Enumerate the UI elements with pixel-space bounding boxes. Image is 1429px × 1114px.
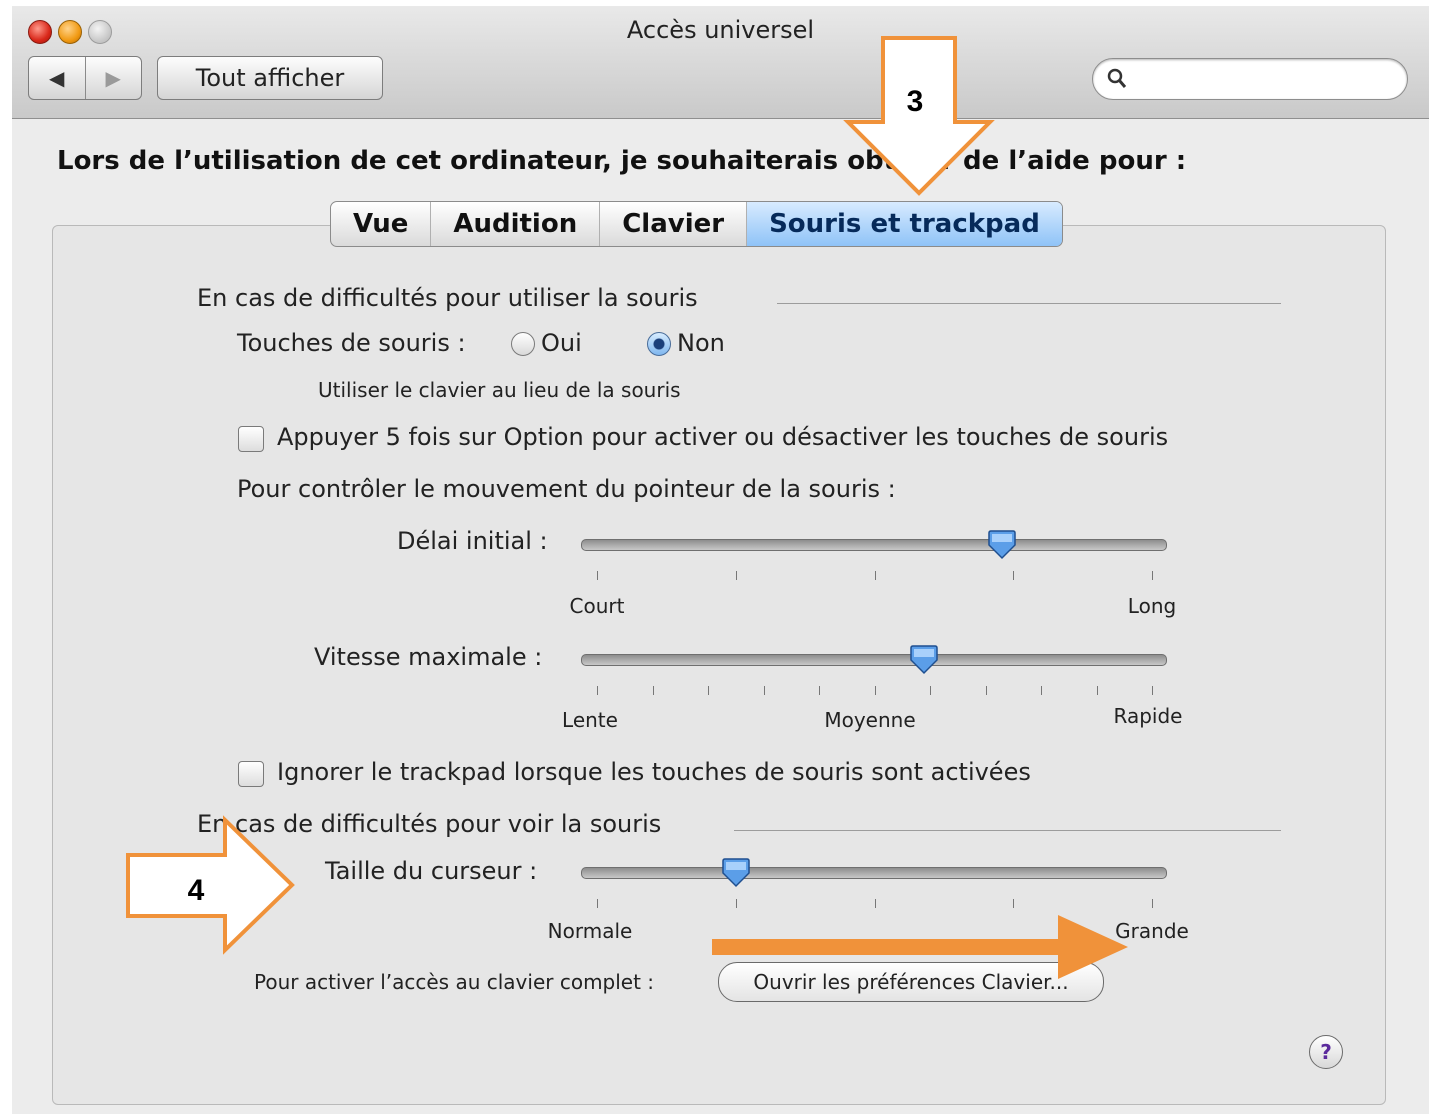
slider-tick (597, 571, 598, 580)
tab-clavier[interactable]: Clavier (600, 202, 748, 246)
slider-tick (597, 686, 598, 695)
slider-tick (930, 686, 931, 695)
mouse-keys-yes-label[interactable]: Oui (541, 329, 582, 357)
slider-tick (819, 686, 820, 695)
tab-souris-trackpad[interactable]: Souris et trackpad (747, 202, 1062, 246)
slider-tick (1152, 571, 1153, 580)
back-button[interactable]: ◀ (29, 57, 85, 99)
slider-tick (1013, 899, 1015, 908)
slider-tick (1041, 686, 1042, 695)
search-input[interactable] (1137, 65, 1391, 95)
window-title: Accès universel (626, 16, 815, 44)
mouse-use-section-title: En cas de difficultés pour utiliser la s… (197, 284, 698, 312)
mouse-see-section-title: En cas de difficultés pour voir la souri… (197, 810, 662, 838)
cursor-size-label: Taille du curseur : (325, 857, 538, 885)
section-divider (734, 830, 1281, 831)
mouse-keys-no-label[interactable]: Non (677, 329, 725, 357)
slider-tick (874, 571, 876, 580)
search-icon (1107, 68, 1127, 88)
cursor-size-slider-thumb[interactable] (721, 858, 751, 888)
max-speed-max-label: Rapide (1113, 704, 1183, 728)
slider-tick (763, 686, 765, 695)
navigation-segment: ◀ ▶ (28, 56, 142, 100)
search-field[interactable] (1092, 58, 1408, 100)
slider-tick (652, 686, 654, 695)
slider-tick (874, 686, 876, 695)
pointer-control-label: Pour contrôler le mouvement du pointeur … (237, 475, 896, 503)
slider-tick (597, 899, 598, 908)
initial-delay-slider[interactable] (581, 539, 1167, 551)
help-button[interactable]: ? (1309, 1035, 1343, 1069)
max-speed-slider[interactable] (581, 654, 1167, 666)
mouse-keys-label: Touches de souris : (237, 329, 466, 357)
forward-arrow-icon: ▶ (105, 66, 121, 90)
tab-audition[interactable]: Audition (431, 202, 601, 246)
slider-tick (874, 899, 876, 908)
ignore-trackpad-checkbox[interactable] (238, 761, 264, 787)
slider-tick (708, 686, 709, 695)
initial-delay-label: Délai initial : (397, 527, 548, 555)
slider-tick (1152, 899, 1153, 908)
option-toggle-label[interactable]: Appuyer 5 fois sur Option pour activer o… (277, 423, 1168, 451)
slider-tick (735, 571, 737, 580)
slider-tick (1013, 571, 1015, 580)
mouse-keys-no-radio[interactable] (647, 332, 671, 356)
initial-delay-slider-thumb[interactable] (987, 530, 1017, 560)
tab-bar: Vue Audition Clavier Souris et trackpad (330, 201, 1063, 247)
slider-tick (1096, 686, 1098, 695)
max-speed-min-label: Lente (562, 708, 618, 732)
preferences-window: Accès universel ◀ ▶ Tout afficher Lors d… (12, 6, 1429, 1114)
max-speed-label: Vitesse maximale : (314, 643, 543, 671)
back-arrow-icon: ◀ (49, 66, 65, 90)
slider-tick (1152, 686, 1153, 695)
forward-button[interactable]: ▶ (84, 57, 142, 99)
open-keyboard-prefs-button[interactable]: Ouvrir les préférences Clavier... (718, 962, 1104, 1002)
tab-vue[interactable]: Vue (331, 202, 432, 246)
initial-delay-min-label: Court (569, 594, 625, 618)
initial-delay-max-label: Long (1127, 594, 1177, 618)
show-all-button[interactable]: Tout afficher (157, 56, 383, 100)
mouse-keys-yes-radio[interactable] (511, 332, 535, 356)
option-toggle-checkbox[interactable] (238, 426, 264, 452)
ignore-trackpad-label[interactable]: Ignorer le trackpad lorsque les touches … (277, 758, 1031, 786)
cursor-size-max-label: Grande (1115, 919, 1189, 943)
slider-tick (735, 899, 737, 908)
keyboard-access-label: Pour activer l’accès au clavier complet … (254, 970, 655, 994)
title-bar: Accès universel ◀ ▶ Tout afficher (12, 6, 1429, 119)
slider-tick (985, 686, 987, 695)
max-speed-mid-label: Moyenne (824, 708, 916, 732)
max-speed-slider-thumb[interactable] (909, 645, 939, 675)
mouse-keys-hint: Utiliser le clavier au lieu de la souris (318, 378, 681, 402)
help-icon: ? (1320, 1040, 1332, 1064)
cursor-size-slider[interactable] (581, 867, 1167, 879)
cursor-size-min-label: Normale (547, 919, 633, 943)
section-divider (777, 303, 1281, 304)
page-heading: Lors de l’utilisation de cet ordinateur,… (57, 146, 1187, 176)
